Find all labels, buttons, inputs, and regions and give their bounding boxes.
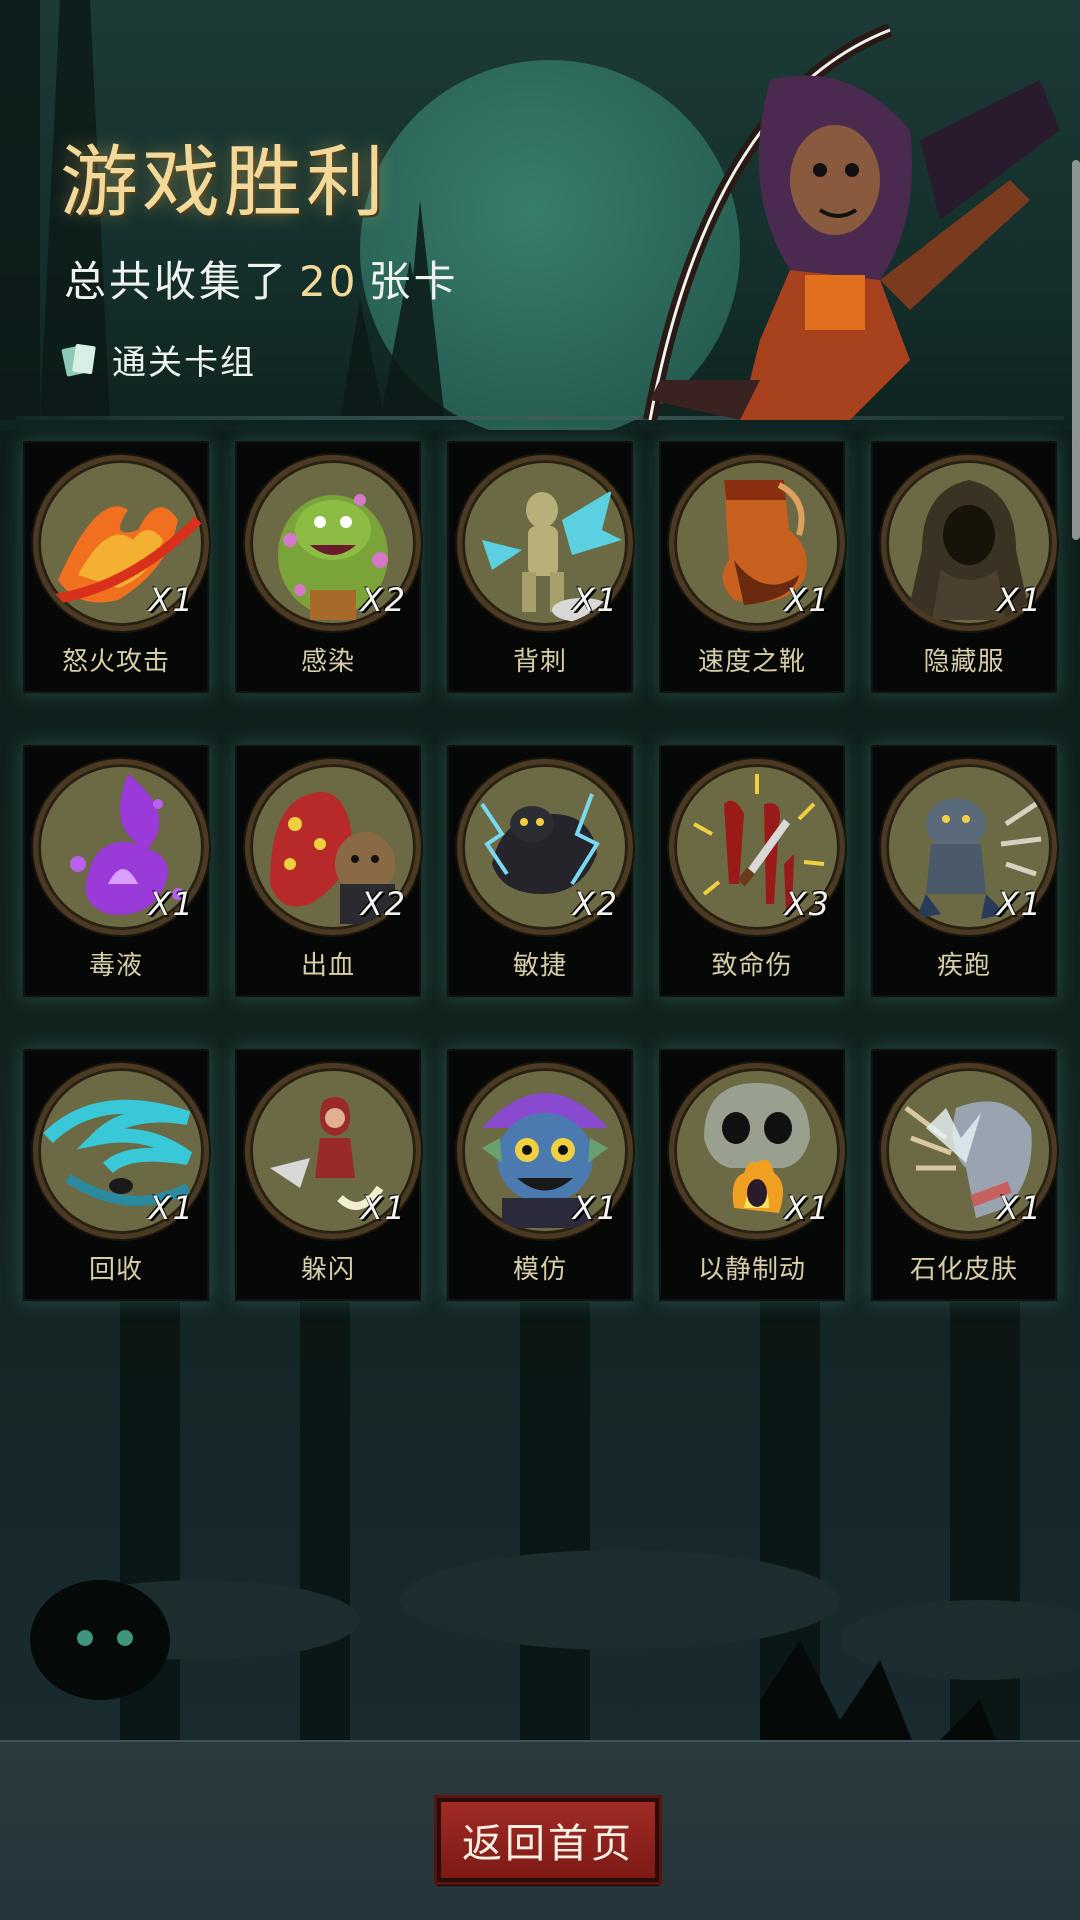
card-deck-icon: [61, 344, 96, 377]
card-count: X1: [572, 1189, 619, 1227]
card-count: X2: [360, 581, 407, 619]
card-item[interactable]: X1 回收: [22, 1048, 210, 1302]
card-grid: X1 怒火攻击 X2 感染 X1 背刺 X1 速度之靴 X1 隐藏服 X1 毒液…: [22, 440, 1058, 1302]
clear-deck-link[interactable]: 通关卡组: [60, 334, 256, 384]
card-name: 躲闪: [300, 1255, 355, 1285]
card-item[interactable]: X1 石化皮肤: [870, 1048, 1058, 1302]
card-name: 模仿: [512, 1255, 567, 1285]
card-name: 毒液: [88, 951, 143, 981]
collected-suffix: 张卡: [368, 257, 459, 306]
card-count: X1: [996, 1189, 1043, 1227]
card-item[interactable]: X1 背刺: [446, 440, 634, 694]
card-name: 怒火攻击: [61, 647, 170, 677]
scrollbar[interactable]: [1072, 160, 1080, 540]
card-item[interactable]: X1 毒液: [22, 744, 210, 998]
card-count: X1: [148, 1189, 195, 1227]
card-count: X1: [148, 581, 195, 619]
card-item[interactable]: X3 致命伤: [658, 744, 846, 998]
card-name: 致命伤: [711, 951, 793, 981]
collected-prefix: 总共收集了: [64, 257, 290, 306]
card-item[interactable]: X2 感染: [234, 440, 422, 694]
card-name: 感染: [300, 647, 355, 677]
card-count: X1: [148, 885, 195, 923]
card-item[interactable]: X1 模仿: [446, 1048, 634, 1302]
card-name: 以静制动: [697, 1255, 806, 1285]
card-name: 回收: [88, 1255, 143, 1285]
collected-count: 20: [299, 257, 359, 306]
card-item[interactable]: X1 速度之靴: [658, 440, 846, 694]
card-item[interactable]: X1 疾跑: [870, 744, 1058, 998]
card-item[interactable]: X2 出血: [234, 744, 422, 998]
clear-deck-label: 通关卡组: [112, 342, 256, 383]
card-name: 出血: [300, 951, 355, 981]
card-name: 隐藏服: [923, 647, 1005, 677]
card-item[interactable]: X1 隐藏服: [870, 440, 1058, 694]
card-name: 疾跑: [936, 951, 991, 981]
card-item[interactable]: X1 以静制动: [658, 1048, 846, 1302]
return-home-button[interactable]: 返回首页: [437, 1798, 659, 1882]
card-name: 敏捷: [512, 951, 567, 981]
card-count: X1: [784, 581, 831, 619]
card-item[interactable]: X1 怒火攻击: [22, 440, 210, 694]
card-count: X2: [360, 885, 407, 923]
page-title: 游戏胜利: [60, 138, 389, 228]
card-count: X1: [996, 885, 1043, 923]
card-count: X1: [996, 581, 1043, 619]
collected-summary: 总共收集了 20 张卡: [64, 248, 458, 309]
card-count: X1: [572, 581, 619, 619]
card-count: X3: [784, 885, 831, 923]
card-name: 石化皮肤: [909, 1255, 1018, 1285]
hooded-hero-illustration: [643, 23, 1060, 422]
card-item[interactable]: X2 敏捷: [446, 744, 634, 998]
card-name: 背刺: [512, 647, 567, 677]
card-count: X2: [572, 885, 619, 923]
card-name: 速度之靴: [697, 647, 806, 677]
card-count: X1: [360, 1189, 407, 1227]
card-item[interactable]: X1 躲闪: [234, 1048, 422, 1302]
card-count: X1: [784, 1189, 831, 1227]
